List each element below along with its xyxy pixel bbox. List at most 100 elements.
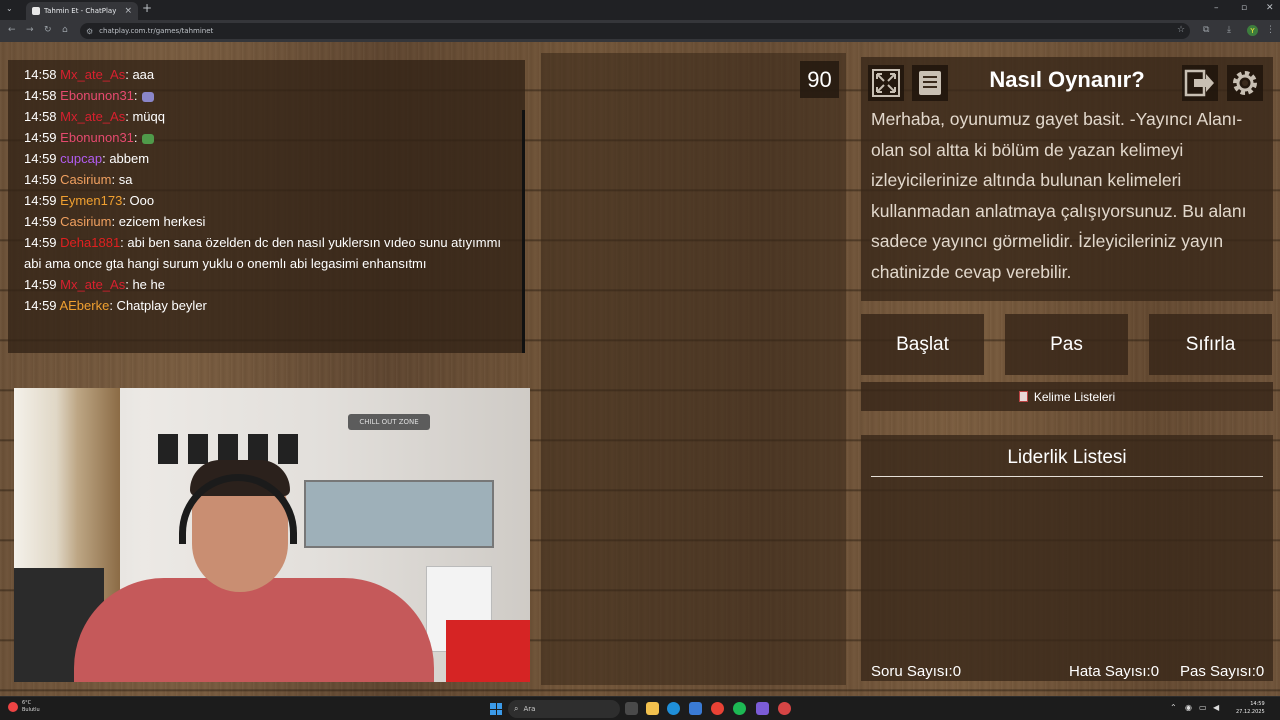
task-view-icon[interactable]	[625, 702, 638, 715]
spotify-icon[interactable]	[733, 702, 746, 715]
minimize-icon[interactable]: –	[1214, 3, 1219, 13]
chat-timestamp: 14:58	[24, 109, 57, 124]
game-page: 14:58 Mx_ate_As: aaa 14:58 Ebonunon31: 14:…	[0, 42, 1280, 696]
chat-message: 14:59 Eymen173: Ooo	[24, 190, 509, 211]
menu-icon[interactable]: ⋮	[1266, 25, 1275, 35]
forward-icon[interactable]: →	[26, 25, 34, 35]
tray-chevron-icon[interactable]: ⌃	[1170, 703, 1177, 712]
chat-timestamp: 14:59	[24, 130, 57, 145]
tab-close-icon[interactable]: ×	[124, 6, 132, 16]
chat-message: 14:58 Ebonunon31:	[24, 85, 509, 106]
chat-panel: 14:58 Mx_ate_As: aaa 14:58 Ebonunon31: 14:…	[8, 60, 525, 353]
pass-button[interactable]: Pas	[1005, 314, 1128, 375]
weather-temp: 6°C	[22, 700, 32, 706]
round-timer: 90	[800, 61, 839, 98]
site-info-icon[interactable]: ⚙	[86, 27, 93, 36]
streamer-area	[541, 53, 846, 685]
chat-timestamp: 14:59	[24, 214, 57, 229]
chat-username[interactable]: Mx_ate_As	[60, 277, 125, 292]
start-menu-button[interactable]	[490, 703, 502, 715]
file-explorer-icon[interactable]	[646, 702, 659, 715]
chat-text: : abbem	[102, 151, 150, 166]
start-button[interactable]: Başlat	[861, 314, 984, 375]
weather-icon	[8, 702, 18, 712]
chat-timestamp: 14:58	[24, 67, 57, 82]
new-tab-icon[interactable]: +	[142, 1, 152, 15]
chat-username[interactable]: Mx_ate_As	[60, 109, 125, 124]
chat-username[interactable]: Casirium	[60, 172, 111, 187]
webcam-sign: CHILL OUT ZONE	[348, 414, 430, 430]
chat-timestamp: 14:59	[24, 298, 57, 313]
volume-icon[interactable]: ◀	[1213, 703, 1219, 712]
chat-timestamp: 14:59	[24, 277, 57, 292]
webcam-poster	[158, 434, 178, 464]
weather-desc: Bulutlu	[22, 707, 40, 713]
chat-messages: 14:58 Mx_ate_As: aaa 14:58 Ebonunon31: 14:…	[24, 64, 509, 316]
system-clock[interactable]: 14:59 27.12.2025	[1236, 700, 1265, 716]
chat-text: : he he	[125, 277, 165, 292]
search-icon: ⌕	[514, 704, 519, 713]
home-icon[interactable]: ⌂	[62, 25, 68, 35]
gear-icon	[1233, 71, 1257, 95]
download-icon[interactable]: ⤓	[1227, 25, 1231, 35]
chat-scrollbar[interactable]	[522, 110, 525, 353]
app-icon[interactable]	[778, 702, 791, 715]
maximize-icon[interactable]: ▫	[1241, 3, 1247, 13]
address-bar[interactable]: ⚙ chatplay.com.tr/games/tahminet	[80, 23, 1190, 39]
chat-text: :	[133, 130, 138, 145]
chat-username[interactable]: Deha1881	[60, 235, 120, 250]
reload-icon[interactable]: ↻	[44, 25, 52, 35]
chat-text: : Chatplay beyler	[109, 298, 207, 313]
chat-username[interactable]: AEberke	[59, 298, 109, 313]
webcam-magnet-board	[304, 480, 494, 548]
chat-message: 14:58 Mx_ate_As: müqq	[24, 106, 509, 127]
chrome-icon[interactable]	[711, 702, 724, 715]
webcam-person-body	[74, 578, 434, 682]
chat-username[interactable]: Eymen173	[60, 193, 122, 208]
chat-message: 14:59 Mx_ate_As: he he	[24, 274, 509, 295]
webcam-feed: CHILL OUT ZONE	[14, 388, 530, 682]
weather-widget[interactable]: 6°C Bulutlu	[8, 700, 40, 714]
bookmark-star-icon[interactable]: ☆	[1177, 25, 1185, 35]
exit-button[interactable]	[1182, 65, 1218, 101]
notepad-icon	[1018, 391, 1028, 402]
leaderboard-divider	[871, 476, 1263, 477]
discord-icon[interactable]	[756, 702, 769, 715]
word-lists-button[interactable]: Kelime Listeleri	[861, 382, 1273, 411]
error-count: Hata Sayısı:0	[1069, 663, 1160, 680]
window-close-icon[interactable]: ✕	[1266, 3, 1274, 13]
chat-message: 14:59 Deha1881: abi ben sana özelden dc …	[24, 232, 509, 274]
profile-avatar[interactable]: Y	[1247, 25, 1258, 36]
chat-username[interactable]: Mx_ate_As	[60, 67, 125, 82]
reset-button[interactable]: Sıfırla	[1149, 314, 1272, 375]
chat-text: : ezicem herkesi	[111, 214, 206, 229]
leaderboard-title: Liderlik Listesi	[1007, 447, 1127, 468]
webcam-red-box	[446, 620, 530, 682]
how-to-play-panel: Nasıl Oynanır? Merhaba, oyunumuz gayet b…	[861, 57, 1273, 301]
clock-date: 27.12.2025	[1236, 709, 1265, 715]
chat-timestamp: 14:58	[24, 88, 57, 103]
pass-count: Pas Sayısı:0	[1180, 663, 1265, 680]
chat-username[interactable]: cupcap	[60, 151, 102, 166]
store-icon[interactable]	[689, 702, 702, 715]
browser-tab[interactable]: Tahmin Et - ChatPlay ×	[26, 2, 138, 20]
url-text: chatplay.com.tr/games/tahminet	[99, 27, 214, 35]
network-icon[interactable]: ▭	[1199, 703, 1207, 712]
chat-text: : sa	[111, 172, 133, 187]
chat-username[interactable]: Ebonunon31	[60, 130, 134, 145]
chat-message: 14:58 Mx_ate_As: aaa	[24, 64, 509, 85]
extensions-icon[interactable]: ⧉	[1203, 25, 1209, 35]
chat-message: 14:59 cupcap: abbem	[24, 148, 509, 169]
chat-timestamp: 14:59	[24, 172, 57, 187]
browser-toolbar: ← → ↻ ⌂ ⚙ chatplay.com.tr/games/tahminet…	[0, 20, 1280, 42]
chat-username[interactable]: Ebonunon31	[60, 88, 134, 103]
chat-timestamp: 14:59	[24, 193, 57, 208]
taskbar-search[interactable]: ⌕ Ara	[508, 700, 620, 718]
tab-list-icon[interactable]: ⌄	[6, 4, 13, 13]
chat-username[interactable]: Casirium	[60, 214, 111, 229]
microphone-icon[interactable]: ◉	[1185, 703, 1192, 712]
settings-button[interactable]	[1227, 65, 1263, 101]
edge-icon[interactable]	[667, 702, 680, 715]
exit-icon	[1184, 69, 1214, 97]
back-icon[interactable]: ←	[8, 25, 16, 35]
